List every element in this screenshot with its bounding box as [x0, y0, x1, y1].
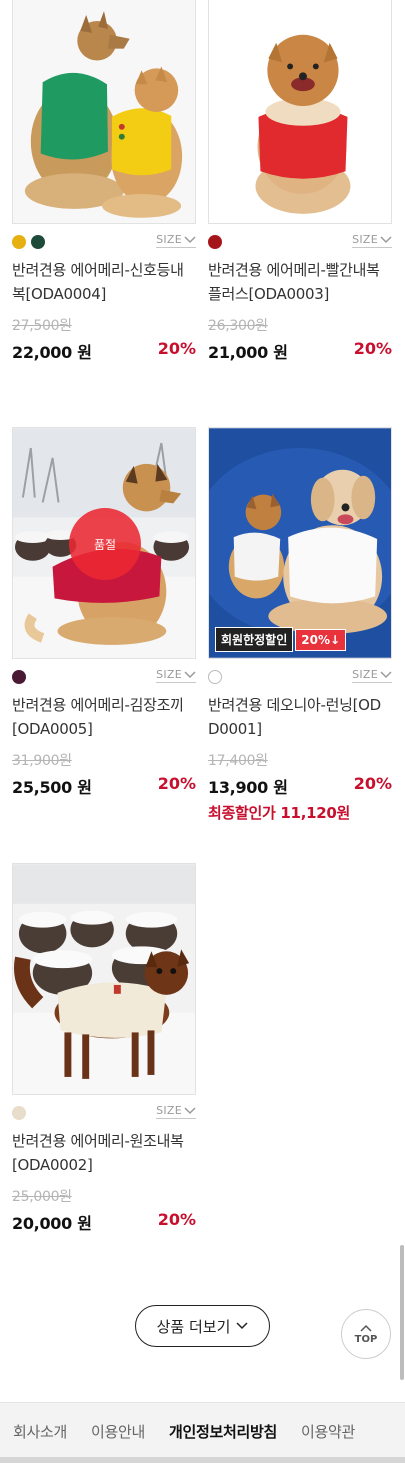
product-meta: SIZE: [12, 224, 196, 258]
size-label: SIZE: [352, 233, 378, 246]
footer-link-company[interactable]: 회사소개: [13, 1421, 67, 1442]
promo-label: 회원한정할인: [215, 627, 294, 652]
product-name[interactable]: 반려견용 에어메리-빨간내복플러스[ODA0003]: [208, 258, 392, 306]
product-image[interactable]: 품절: [12, 427, 196, 659]
chevron-down-icon: [236, 1322, 248, 1330]
member-discount-tag: 회원한정할인 20%↓: [215, 627, 347, 652]
discount-rate: 20%: [157, 1210, 196, 1229]
product-image[interactable]: [12, 863, 196, 1095]
footer-bottom-bar: [0, 1457, 405, 1463]
product-meta: SIZE: [208, 224, 392, 258]
sale-price: 21,000 원: [208, 343, 288, 362]
scroll-top-button[interactable]: TOP: [341, 1309, 391, 1359]
price-row: 21,000 원 20%: [208, 339, 392, 365]
product-image[interactable]: [12, 0, 196, 224]
load-more-label: 상품 더보기: [156, 1317, 231, 1336]
size-button[interactable]: SIZE: [352, 668, 392, 683]
chevron-down-icon: [184, 670, 196, 678]
chevron-down-icon: [380, 235, 392, 243]
footer: 회사소개 이용안내 개인정보처리방침 이용약관: [0, 1402, 405, 1463]
scrollbar-thumb[interactable]: [400, 1245, 404, 1380]
product-name[interactable]: 반려견용 에어메리-김장조끼[ODA0005]: [12, 693, 196, 741]
footer-nav: 회사소개 이용안내 개인정보처리방침 이용약관: [13, 1421, 379, 1442]
product-name[interactable]: 반려견용 데오니아-런닝[ODD0001]: [208, 693, 392, 741]
original-price: 17,400원: [208, 753, 268, 769]
promo-rate: 20%↓: [295, 628, 347, 651]
price-row: 13,900 원 20%: [208, 774, 392, 800]
original-price: 27,500원: [12, 318, 72, 334]
color-swatches: [12, 235, 45, 249]
color-swatches: [12, 1106, 26, 1120]
product-name[interactable]: 반려견용 에어메리-신호등내복[ODA0004]: [12, 258, 196, 306]
product-card[interactable]: SIZE 반려견용 에어메리-원조내복[ODA0002] 25,000원 20,…: [12, 863, 196, 1236]
final-discount-price: 최종할인가 11,120원: [208, 804, 351, 822]
price-row: 22,000 원 20%: [12, 339, 196, 365]
product-card[interactable]: 품절 SIZE 반려견용 에어메리-김장조끼[ODA0005] 31,900원 …: [12, 427, 196, 800]
color-swatches: [208, 235, 222, 249]
size-label: SIZE: [156, 668, 182, 681]
original-price: 25,000원: [12, 1189, 72, 1205]
color-swatches: [208, 670, 222, 684]
color-swatch: [31, 235, 45, 249]
color-swatch: [208, 235, 222, 249]
size-button[interactable]: SIZE: [156, 233, 196, 248]
discount-rate: 20%: [157, 339, 196, 358]
chevron-down-icon: [184, 1106, 196, 1114]
product-card[interactable]: 회원한정할인 20%↓ SIZE 반려견용 데오니아-런닝[ODD0001] 1…: [208, 427, 392, 823]
chevron-up-icon: [360, 1324, 372, 1332]
sale-price: 25,500 원: [12, 778, 92, 797]
discount-rate: 20%: [353, 774, 392, 793]
size-label: SIZE: [156, 1104, 182, 1117]
chevron-down-icon: [380, 670, 392, 678]
sale-price: 13,900 원: [208, 778, 288, 797]
footer-link-guide[interactable]: 이용안내: [91, 1421, 145, 1442]
price-row: 20,000 원 20%: [12, 1210, 196, 1236]
color-swatch: [12, 1106, 26, 1120]
color-swatches: [12, 670, 26, 684]
product-image[interactable]: [208, 0, 392, 224]
product-name[interactable]: 반려견용 에어메리-원조내복[ODA0002]: [12, 1129, 196, 1177]
size-button[interactable]: SIZE: [352, 233, 392, 248]
original-price: 31,900원: [12, 753, 72, 769]
product-meta: SIZE: [12, 1095, 196, 1129]
footer-link-terms[interactable]: 이용약관: [301, 1421, 355, 1442]
product-card[interactable]: SIZE 반려견용 에어메리-빨간내복플러스[ODA0003] 26,300원 …: [208, 0, 392, 365]
discount-rate: 20%: [353, 339, 392, 358]
product-card[interactable]: SIZE 반려견용 에어메리-신호등내복[ODA0004] 27,500원 22…: [12, 0, 196, 365]
price-row: 25,500 원 20%: [12, 774, 196, 800]
load-more-button[interactable]: 상품 더보기: [135, 1305, 270, 1347]
size-label: SIZE: [156, 233, 182, 246]
size-button[interactable]: SIZE: [156, 1104, 196, 1119]
color-swatch: [208, 670, 222, 684]
footer-link-privacy[interactable]: 개인정보처리방침: [169, 1421, 277, 1442]
original-price: 26,300원: [208, 318, 268, 334]
product-meta: SIZE: [12, 659, 196, 693]
product-meta: SIZE: [208, 659, 392, 693]
discount-rate: 20%: [157, 774, 196, 793]
top-label: TOP: [354, 1333, 378, 1345]
sale-price: 20,000 원: [12, 1214, 92, 1233]
size-label: SIZE: [352, 668, 378, 681]
chevron-down-icon: [184, 235, 196, 243]
color-swatch: [12, 235, 26, 249]
size-button[interactable]: SIZE: [156, 668, 196, 683]
product-image[interactable]: 회원한정할인 20%↓: [208, 427, 392, 659]
color-swatch: [12, 670, 26, 684]
sale-price: 22,000 원: [12, 343, 92, 362]
soldout-badge: 품절: [69, 508, 141, 580]
